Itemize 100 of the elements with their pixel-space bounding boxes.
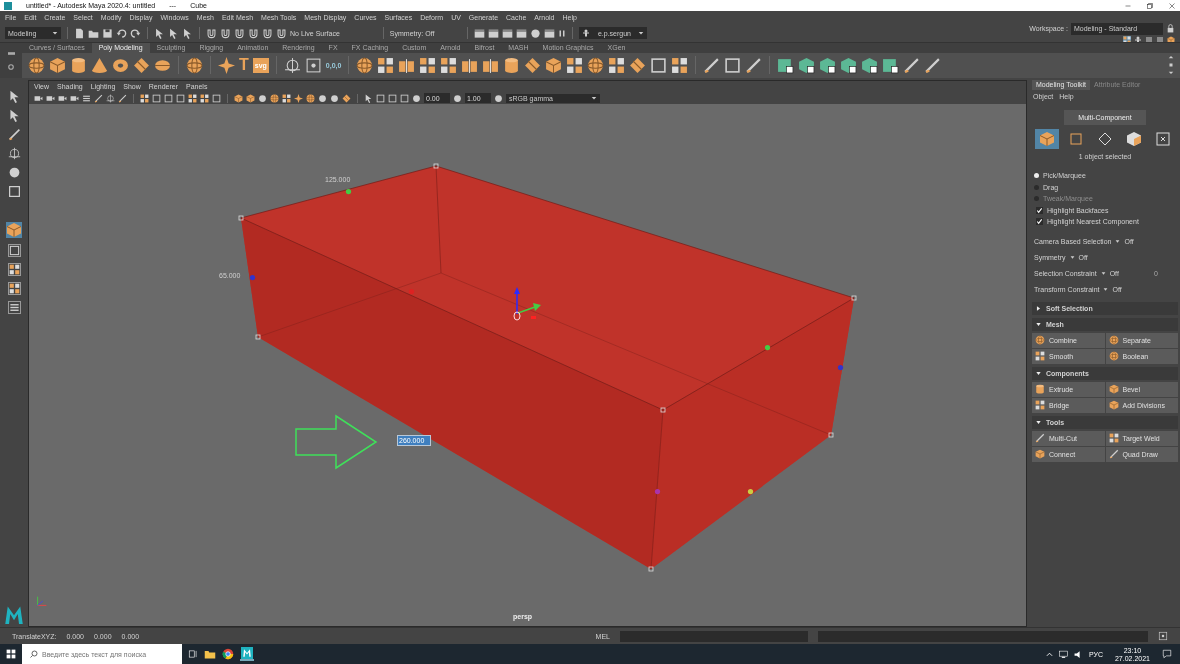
grid-icon[interactable] <box>140 93 149 103</box>
expand-arrow-icon[interactable] <box>1036 305 1041 311</box>
plane-icon[interactable] <box>629 56 647 74</box>
checkbox[interactable] <box>1036 206 1043 214</box>
clapboard-icon[interactable] <box>502 27 514 39</box>
camera-icon[interactable] <box>46 93 55 103</box>
pencil-icon[interactable] <box>703 56 721 74</box>
checkbox[interactable] <box>1036 218 1043 226</box>
layout-icon[interactable] <box>7 282 21 295</box>
grid-icon[interactable] <box>188 93 197 103</box>
folder-icon[interactable] <box>204 648 216 660</box>
ball-icon[interactable] <box>530 27 542 39</box>
frame-icon[interactable] <box>650 56 668 74</box>
grid-icon[interactable] <box>377 56 395 74</box>
clapboard-icon[interactable] <box>544 27 556 39</box>
select-arrow-icon[interactable] <box>154 27 165 39</box>
cube-icon[interactable] <box>246 93 255 103</box>
app-icon[interactable] <box>4 1 12 10</box>
lock-icon[interactable] <box>1166 24 1175 33</box>
paint-tool-icon[interactable] <box>7 128 21 141</box>
camera-icon[interactable] <box>70 93 79 103</box>
plane-icon[interactable] <box>133 56 150 74</box>
four-view-icon[interactable] <box>7 263 21 276</box>
clapboard-icon[interactable] <box>488 27 500 39</box>
select-arrow-icon[interactable] <box>364 93 373 103</box>
list-icon[interactable] <box>1145 35 1153 44</box>
gear-icon[interactable] <box>8 63 14 70</box>
sphere-icon[interactable] <box>186 56 203 74</box>
scroll-arrows-icon[interactable] <box>1168 56 1174 75</box>
cube-icon[interactable] <box>234 93 243 103</box>
star-icon[interactable] <box>218 56 235 74</box>
component-mode-button[interactable] <box>1034 129 1059 149</box>
pencil-icon[interactable] <box>745 56 763 74</box>
camera-icon[interactable] <box>34 93 43 103</box>
grid-icon[interactable] <box>200 93 209 103</box>
square-icon[interactable] <box>777 56 795 74</box>
restore-icon[interactable] <box>1146 1 1154 10</box>
grid-icon[interactable] <box>566 56 584 74</box>
sphere-icon[interactable] <box>587 56 605 74</box>
select-tool-icon[interactable] <box>7 90 21 103</box>
shelf-tool-glyph[interactable]: T <box>239 57 249 74</box>
magnet-icon[interactable] <box>262 27 273 39</box>
cone-icon[interactable] <box>91 56 108 74</box>
pencil-icon[interactable] <box>94 93 103 103</box>
radio-button[interactable] <box>1034 184 1039 190</box>
browser-icon[interactable] <box>222 648 234 660</box>
box-pair-icon[interactable] <box>461 56 479 74</box>
cube-icon[interactable] <box>840 56 858 74</box>
caret-icon[interactable] <box>1100 271 1106 276</box>
plane-icon[interactable] <box>524 56 542 74</box>
magnet-icon[interactable] <box>220 27 231 39</box>
cylinder-icon[interactable] <box>70 56 87 74</box>
grid-icon[interactable] <box>440 56 458 74</box>
pivot-icon[interactable] <box>106 93 115 103</box>
save-icon[interactable] <box>102 27 113 39</box>
sphere-icon[interactable] <box>28 56 45 74</box>
expand-arrow-icon[interactable] <box>1036 419 1041 425</box>
cube-icon[interactable] <box>798 56 816 74</box>
ball-icon[interactable] <box>258 93 267 103</box>
grid-icon[interactable] <box>282 93 291 103</box>
radio-button[interactable] <box>1034 173 1039 179</box>
torus-icon[interactable] <box>112 56 129 74</box>
sphere-icon[interactable] <box>356 56 374 74</box>
magnet-icon[interactable] <box>234 27 245 39</box>
clapboard-icon[interactable] <box>516 27 528 39</box>
undo-icon[interactable] <box>116 27 127 39</box>
clapboard-icon[interactable] <box>474 27 486 39</box>
pencil-icon[interactable] <box>903 56 921 74</box>
pencil-icon[interactable] <box>118 93 127 103</box>
select-arrow-icon[interactable] <box>182 27 193 39</box>
expand-arrow-icon[interactable] <box>1036 370 1041 376</box>
single-view-icon[interactable] <box>7 244 21 257</box>
cube-icon[interactable] <box>861 56 879 74</box>
task-view-icon[interactable] <box>188 649 198 659</box>
cylinder-icon[interactable] <box>503 56 521 74</box>
expand-arrow-icon[interactable] <box>1036 321 1041 327</box>
magnet-icon[interactable] <box>248 27 259 39</box>
outliner-icon[interactable] <box>7 301 21 314</box>
select-arrow-icon[interactable] <box>168 27 179 39</box>
network-icon[interactable] <box>1058 649 1068 659</box>
cube-icon[interactable] <box>819 56 837 74</box>
caret-up-icon[interactable] <box>1045 650 1053 658</box>
grid-icon[interactable] <box>671 56 689 74</box>
box-pair-icon[interactable] <box>482 56 500 74</box>
light-icon[interactable] <box>294 93 303 103</box>
camera-icon[interactable] <box>58 93 67 103</box>
box-pair-icon[interactable] <box>398 56 416 74</box>
magnet-icon[interactable] <box>276 27 287 39</box>
collapse-icon[interactable] <box>7 51 15 55</box>
notification-icon[interactable] <box>1162 649 1172 659</box>
frame-icon[interactable] <box>724 56 742 74</box>
caret-icon[interactable] <box>1069 255 1075 260</box>
pivot-icon[interactable] <box>283 56 301 74</box>
grid-icon[interactable] <box>608 56 626 74</box>
close-icon[interactable] <box>1168 1 1176 10</box>
windows-icon[interactable] <box>6 649 16 659</box>
move-tool-icon[interactable] <box>7 147 21 160</box>
maya-app-icon[interactable] <box>240 647 254 661</box>
pencil-icon[interactable] <box>924 56 942 74</box>
magnet-icon[interactable] <box>206 27 217 39</box>
